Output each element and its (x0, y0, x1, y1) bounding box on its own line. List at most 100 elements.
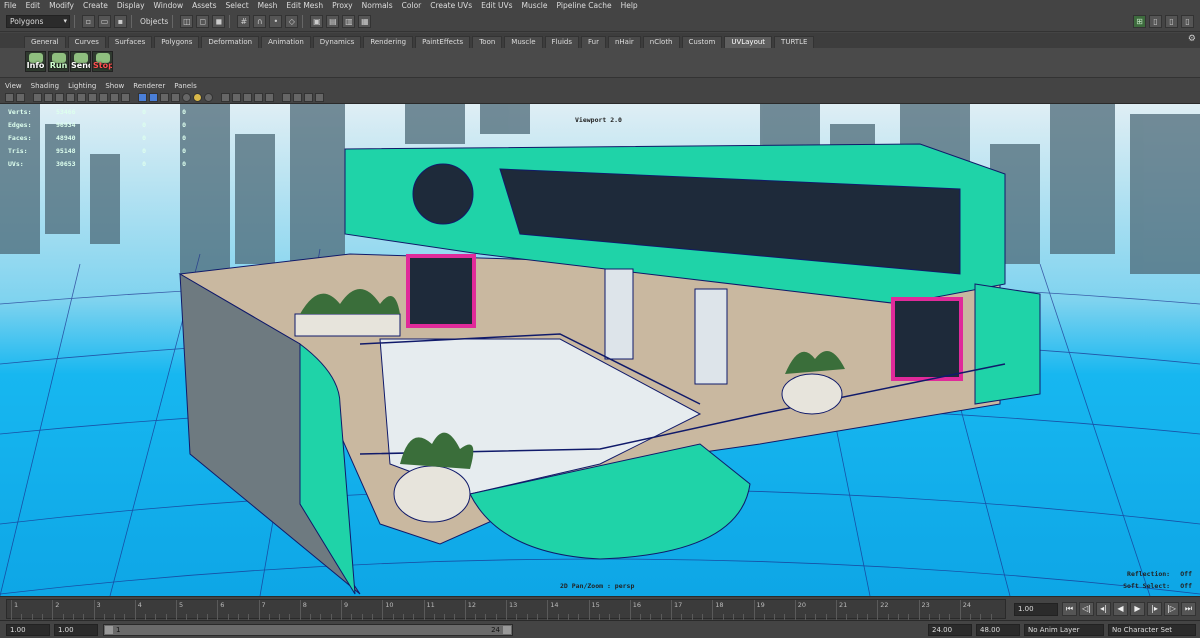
go-to-end-button[interactable]: ⏭ (1181, 602, 1196, 616)
uvlayout-info-button[interactable]: Info (25, 51, 46, 72)
time-slider-track[interactable]: 1 2 3 4 5 6 7 8 9 10 11 12 13 14 15 16 17 18 19 20 21 22 23 24 (6, 599, 1006, 620)
snap-curve-icon[interactable]: ∩ (253, 15, 267, 28)
anim-layer-dropdown[interactable]: No Anim Layer (1024, 624, 1104, 636)
lock-camera-icon[interactable] (16, 92, 25, 102)
menu-muscle[interactable]: Muscle (522, 0, 548, 12)
new-scene-icon[interactable]: ▫ (82, 15, 95, 28)
smooth-shade-icon[interactable] (149, 92, 158, 102)
tab-general[interactable]: General (24, 36, 66, 48)
menu-edit[interactable]: Edit (26, 0, 41, 12)
tab-toon[interactable]: Toon (472, 36, 503, 48)
tab-surfaces[interactable]: Surfaces (107, 36, 153, 48)
tab-nhair[interactable]: nHair (607, 36, 641, 48)
menu-edit-uvs[interactable]: Edit UVs (481, 0, 512, 12)
field-chart-icon[interactable] (110, 92, 119, 102)
menu-create[interactable]: Create (83, 0, 108, 12)
attribute-editor-icon[interactable]: ▯ (1149, 15, 1162, 28)
menu-display[interactable]: Display (117, 0, 145, 12)
render-view-icon[interactable]: ▣ (310, 15, 324, 28)
snap-grid-icon[interactable]: # (237, 15, 251, 28)
step-forward-frame-button[interactable]: |▸ (1147, 602, 1162, 616)
depth-of-field-icon[interactable] (243, 92, 252, 102)
range-slider-bar[interactable]: 1 24 (103, 624, 513, 636)
go-to-start-button[interactable]: ⏮ (1062, 602, 1077, 616)
step-forward-key-button[interactable]: |▷ (1164, 602, 1179, 616)
snap-point-icon[interactable]: • (269, 15, 283, 28)
tab-ncloth[interactable]: nCloth (642, 36, 680, 48)
playback-start-field[interactable]: 1.00 (54, 624, 98, 636)
range-end-handle[interactable] (503, 626, 511, 634)
channel-box-icon[interactable]: ▯ (1181, 15, 1194, 28)
playback-end-field[interactable]: 24.00 (928, 624, 972, 636)
select-hierarchy-icon[interactable]: ◫ (180, 15, 194, 28)
menu-mesh[interactable]: Mesh (258, 0, 278, 12)
menu-normals[interactable]: Normals (362, 0, 393, 12)
menu-assets[interactable]: Assets (192, 0, 216, 12)
tab-curves[interactable]: Curves (67, 36, 106, 48)
tab-muscle[interactable]: Muscle (504, 36, 543, 48)
camera-attributes-icon[interactable] (33, 92, 42, 102)
tab-animation[interactable]: Animation (261, 36, 311, 48)
x-ray-icon[interactable] (265, 92, 274, 102)
uvlayout-stop-button[interactable]: Stop (92, 51, 113, 72)
shadows-icon[interactable] (193, 92, 202, 102)
gate-mask-icon[interactable] (99, 92, 108, 102)
uvlayout-run-button[interactable]: Run (48, 51, 69, 72)
menu-help[interactable]: Help (621, 0, 638, 12)
current-frame-field[interactable]: 1.00 (1014, 603, 1058, 616)
select-object-icon[interactable]: ◻ (196, 15, 210, 28)
tab-painteffects[interactable]: PaintEffects (415, 36, 471, 48)
panel-menu-lighting[interactable]: Lighting (68, 82, 96, 90)
tab-rendering[interactable]: Rendering (363, 36, 414, 48)
xray-active-components-icon[interactable] (293, 92, 302, 102)
play-forwards-button[interactable]: ▶ (1130, 602, 1145, 616)
tab-fur[interactable]: Fur (580, 36, 606, 48)
anti-aliasing-icon[interactable] (232, 92, 241, 102)
menu-pipeline-cache[interactable]: Pipeline Cache (557, 0, 612, 12)
uvlayout-send-button[interactable]: Send (70, 51, 91, 72)
tool-settings-icon[interactable]: ▯ (1165, 15, 1178, 28)
screen-space-ao-icon[interactable] (204, 92, 213, 102)
grid-toggle-icon[interactable] (66, 92, 75, 102)
menu-window[interactable]: Window (154, 0, 184, 12)
tab-deformation[interactable]: Deformation (201, 36, 260, 48)
bookmarks-icon[interactable] (44, 92, 53, 102)
wireframe-icon[interactable] (138, 92, 147, 102)
exposure-icon[interactable] (304, 92, 313, 102)
play-backwards-button[interactable]: ◀ (1113, 602, 1128, 616)
character-set-dropdown[interactable]: No Character Set (1108, 624, 1196, 636)
render-settings-icon[interactable]: ▦ (358, 15, 372, 28)
tab-custom[interactable]: Custom (681, 36, 723, 48)
menu-edit-mesh[interactable]: Edit Mesh (286, 0, 323, 12)
menu-color[interactable]: Color (402, 0, 422, 12)
animation-start-field[interactable]: 1.00 (6, 624, 50, 636)
tab-turtle[interactable]: TURTLE (774, 36, 815, 48)
panel-menu-renderer[interactable]: Renderer (133, 82, 165, 90)
menu-file[interactable]: File (4, 0, 17, 12)
motion-blur-icon[interactable] (221, 92, 230, 102)
menu-create-uvs[interactable]: Create UVs (430, 0, 472, 12)
perspective-viewport[interactable]: Verts: 53466 0 0 Edges: 96934 0 0 Faces: 48940 0… (0, 104, 1200, 596)
safe-action-icon[interactable] (121, 92, 130, 102)
panel-menu-panels[interactable]: Panels (174, 82, 197, 90)
tab-polygons[interactable]: Polygons (154, 36, 200, 48)
snap-plane-icon[interactable]: ◇ (285, 15, 299, 28)
gamma-icon[interactable] (315, 92, 324, 102)
range-start-handle[interactable] (105, 626, 113, 634)
resolution-gate-icon[interactable] (88, 92, 97, 102)
select-component-icon[interactable]: ◼ (212, 15, 226, 28)
step-back-frame-button[interactable]: ◂| (1096, 602, 1111, 616)
tab-dynamics[interactable]: Dynamics (312, 36, 362, 48)
ipr-render-icon[interactable]: ▥ (342, 15, 356, 28)
wireframe-on-shaded-icon[interactable] (160, 92, 169, 102)
render-frame-icon[interactable]: ▤ (326, 15, 340, 28)
modeling-toolkit-icon[interactable]: ⊞ (1133, 15, 1146, 28)
image-plane-icon[interactable] (55, 92, 64, 102)
shelf-options-icon[interactable]: ⚙ (1188, 34, 1196, 44)
panel-menu-show[interactable]: Show (105, 82, 124, 90)
open-scene-icon[interactable]: ▭ (98, 15, 111, 28)
panel-menu-view[interactable]: View (5, 82, 22, 90)
animation-end-field[interactable]: 48.00 (976, 624, 1020, 636)
menu-set-dropdown[interactable]: Polygons ▾ (6, 15, 70, 28)
save-scene-icon[interactable]: ▪ (114, 15, 127, 28)
